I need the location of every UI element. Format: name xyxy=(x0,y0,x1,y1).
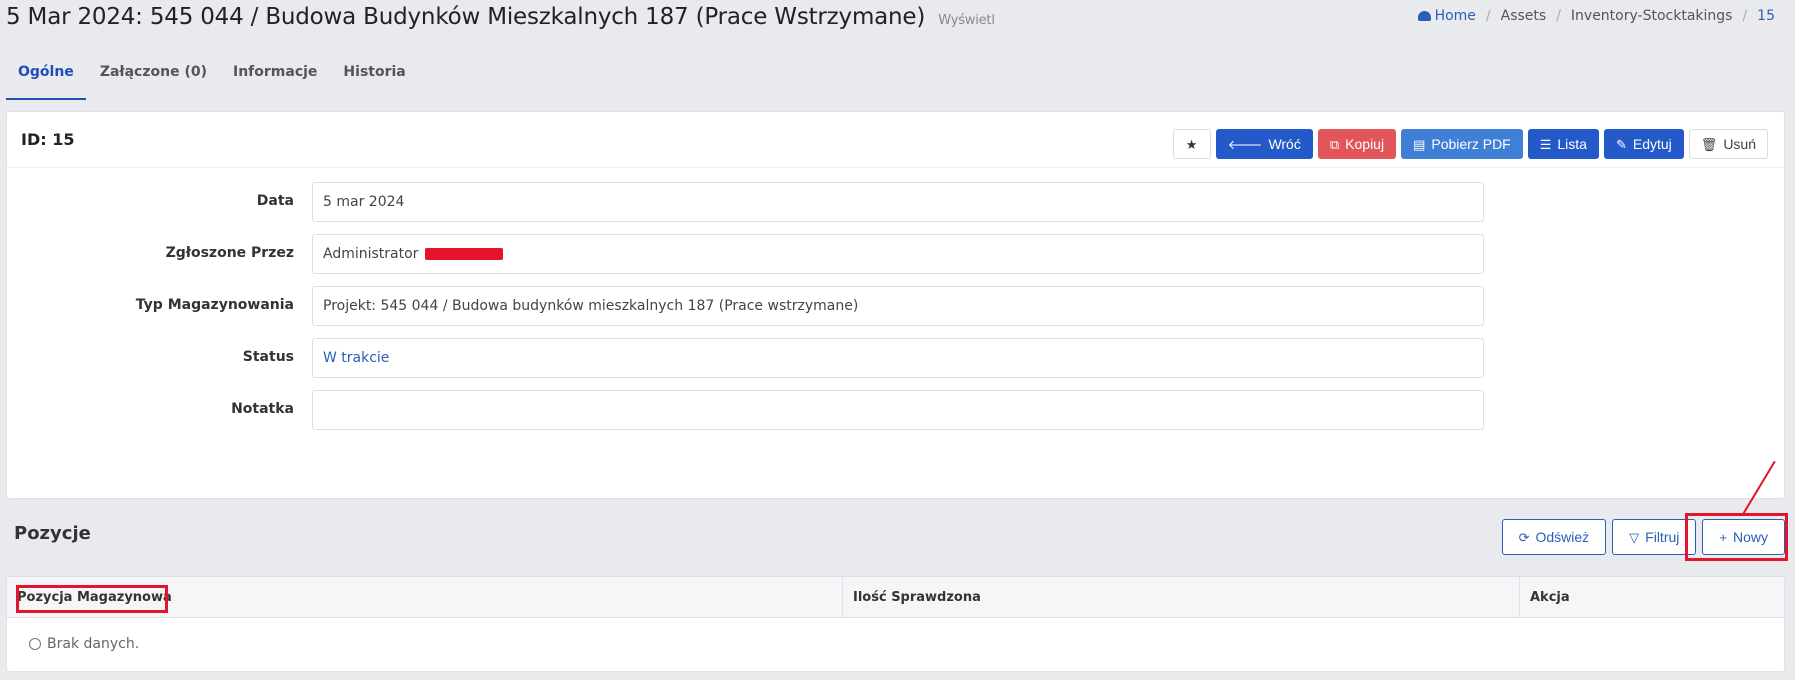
pencil-icon: ✎ xyxy=(1615,136,1627,152)
breadcrumb-assets[interactable]: Assets xyxy=(1501,8,1547,24)
pdf-file-icon: ▤ xyxy=(1413,136,1426,152)
reported-by-value: Administrator xyxy=(323,246,419,262)
copy-label: Kopiuj xyxy=(1345,136,1385,152)
page-title-text: 5 Mar 2024: 545 044 / Budowa Budynków Mi… xyxy=(6,4,926,30)
note-label: Notatka xyxy=(231,401,294,417)
star-icon: ★ xyxy=(1185,136,1198,152)
breadcrumb-current: 15 xyxy=(1757,8,1775,24)
record-toolbar: ★ 🡐 Wróć ⧉ Kopiuj ▤ Pobierz PDF ☰ Lista … xyxy=(1172,129,1768,159)
tab-attachments[interactable]: Załączone (0) xyxy=(88,52,219,100)
breadcrumb: Home / Assets / Inventory-Stocktakings /… xyxy=(1417,8,1775,24)
form-row-note: Notatka xyxy=(7,390,1784,430)
filter-icon: ▽ xyxy=(1629,529,1640,545)
download-pdf-label: Pobierz PDF xyxy=(1431,136,1511,152)
breadcrumb-separator: / xyxy=(1485,8,1491,24)
edit-button[interactable]: ✎ Edytuj xyxy=(1603,129,1684,159)
arrow-left-icon: 🡐 xyxy=(1227,136,1263,152)
breadcrumb-stocktakings[interactable]: Inventory-Stocktakings xyxy=(1571,8,1733,24)
delete-button[interactable]: 🗑 Usuń xyxy=(1688,129,1768,159)
column-header-action: Akcja xyxy=(1530,590,1570,605)
positions-table: Pozycja Magazynowa Ilość Sprawdzona Akcj… xyxy=(6,576,1785,672)
form-row-date: Data 5 mar 2024 xyxy=(7,182,1784,222)
annotation-box-new xyxy=(1685,513,1788,561)
refresh-label: Odśwież xyxy=(1535,529,1590,545)
edit-label: Edytuj xyxy=(1632,136,1672,152)
column-header-checked-qty[interactable]: Ilość Sprawdzona xyxy=(843,577,1520,618)
back-button[interactable]: 🡐 Wróć xyxy=(1215,129,1313,159)
filter-button[interactable]: ▽ Filtruj xyxy=(1612,519,1697,555)
tab-information[interactable]: Informacje xyxy=(221,52,329,100)
refresh-button[interactable]: ⟳ Odśwież xyxy=(1501,519,1607,555)
info-icon xyxy=(29,638,41,650)
empty-state: Brak danych. xyxy=(7,618,1784,670)
form-row-storage-type: Typ Magazynowania Projekt: 545 044 / Bud… xyxy=(7,286,1784,326)
storage-type-label: Typ Magazynowania xyxy=(135,297,294,313)
annotation-box-column xyxy=(16,585,168,613)
tab-bar: Ogólne Załączone (0) Informacje Historia xyxy=(6,52,420,102)
refresh-icon: ⟳ xyxy=(1518,529,1530,545)
page-subtitle: Wyświetl xyxy=(938,13,995,28)
note-field xyxy=(312,390,1484,430)
storage-type-field: Projekt: 545 044 / Budowa budynków miesz… xyxy=(312,286,1484,326)
status-field: W trakcie xyxy=(312,338,1484,378)
list-button[interactable]: ☰ Lista xyxy=(1527,129,1599,159)
list-label: Lista xyxy=(1557,136,1587,152)
dashboard-icon xyxy=(1417,11,1431,21)
reported-by-field: Administrator xyxy=(312,234,1484,274)
date-label: Data xyxy=(256,193,294,209)
positions-title: Pozycje xyxy=(14,523,91,544)
empty-message: Brak danych. xyxy=(47,636,140,652)
breadcrumb-home[interactable]: Home xyxy=(1435,8,1476,24)
delete-label: Usuń xyxy=(1723,136,1756,152)
list-icon: ☰ xyxy=(1539,136,1552,152)
back-label: Wróć xyxy=(1268,136,1301,152)
date-field: 5 mar 2024 xyxy=(312,182,1484,222)
detail-card: ID: 15 ★ 🡐 Wróć ⧉ Kopiuj ▤ Pobierz PDF ☰… xyxy=(6,111,1785,499)
card-header: ID: 15 ★ 🡐 Wróć ⧉ Kopiuj ▤ Pobierz PDF ☰… xyxy=(7,112,1784,168)
record-id: ID: 15 xyxy=(21,130,75,149)
copy-button[interactable]: ⧉ Kopiuj xyxy=(1317,129,1397,159)
favorite-button[interactable]: ★ xyxy=(1172,129,1211,159)
tab-general[interactable]: Ogólne xyxy=(6,52,86,100)
trash-icon: 🗑 xyxy=(1700,136,1718,152)
download-pdf-button[interactable]: ▤ Pobierz PDF xyxy=(1401,129,1523,159)
form-row-status: Status W trakcie xyxy=(7,338,1784,378)
table-header: Pozycja Magazynowa Ilość Sprawdzona Akcj… xyxy=(7,577,1784,618)
tab-history[interactable]: Historia xyxy=(331,52,417,100)
page-header: 5 Mar 2024: 545 044 / Budowa Budynków Mi… xyxy=(6,4,1775,34)
form-row-reported-by: Zgłoszone Przez Administrator xyxy=(7,234,1784,274)
redaction-mark xyxy=(424,248,503,260)
reported-by-label: Zgłoszone Przez xyxy=(165,245,294,261)
copy-icon: ⧉ xyxy=(1329,136,1340,152)
filter-label: Filtruj xyxy=(1645,529,1680,545)
breadcrumb-separator: / xyxy=(1556,8,1561,24)
status-label: Status xyxy=(242,349,294,365)
breadcrumb-separator: / xyxy=(1742,8,1748,24)
